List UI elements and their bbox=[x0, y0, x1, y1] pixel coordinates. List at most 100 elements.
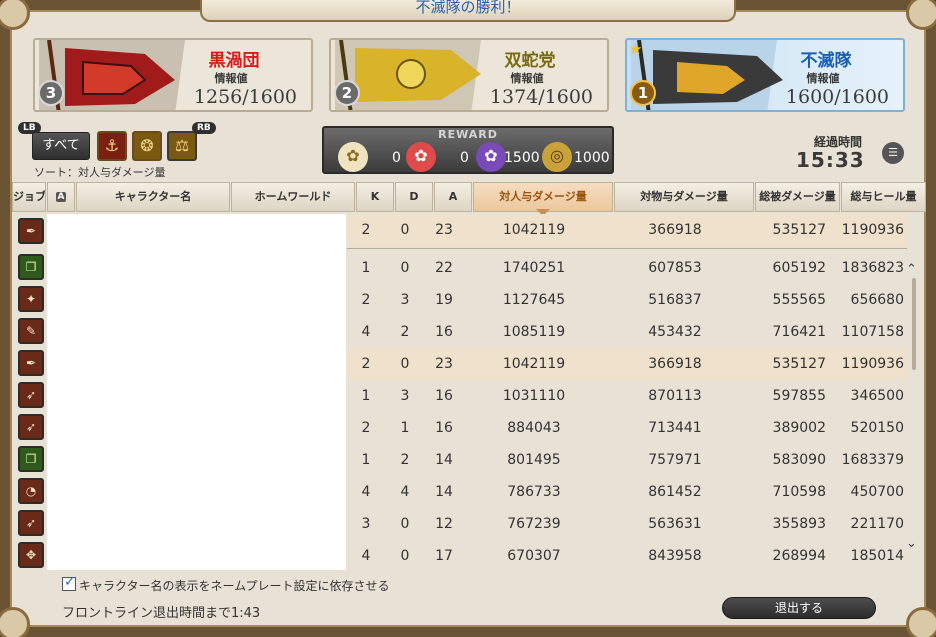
cell-obj: 861452 bbox=[648, 484, 702, 500]
gc-name: 黒渦団 bbox=[208, 51, 260, 71]
cell-obj: 713441 bbox=[648, 420, 702, 436]
nameplate-setting-label: キャラクター名の表示をネームプレート設定に依存させる bbox=[79, 579, 390, 593]
header-kills[interactable]: K bbox=[356, 182, 394, 212]
cell-a: 16 bbox=[435, 420, 453, 436]
victory-title: 不滅隊の勝利！ bbox=[200, 0, 736, 22]
frame-corner-ornament bbox=[906, 0, 936, 30]
cell-heal: 520150 bbox=[850, 420, 904, 436]
filter-all-button[interactable]: すべて bbox=[32, 132, 90, 160]
cell-obj: 453432 bbox=[648, 324, 702, 340]
cell-heal: 1190936 bbox=[841, 356, 904, 372]
cell-taken: 597855 bbox=[772, 388, 826, 404]
cell-a: 19 bbox=[435, 292, 453, 308]
cell-k: 1 bbox=[361, 388, 371, 404]
header-character-name[interactable]: キャラクター名 bbox=[76, 182, 230, 212]
cell-k: 4 bbox=[361, 548, 371, 564]
cell-a: 23 bbox=[435, 356, 453, 372]
elapsed-time: 15:33 bbox=[796, 148, 865, 172]
header-home-world[interactable]: ホームワールド bbox=[231, 182, 355, 212]
cell-k: 2 bbox=[361, 356, 371, 372]
job-icon-bard: ➶ bbox=[18, 510, 44, 536]
job-icon-scholar: ❐ bbox=[18, 446, 44, 472]
table-row-self[interactable]: 2 0 23 1042119 366918 535127 1190936 bbox=[347, 214, 907, 246]
cell-a: 12 bbox=[435, 516, 453, 532]
header-job[interactable]: ジョブ bbox=[12, 182, 46, 212]
winner-star-icon: ★ bbox=[629, 40, 643, 58]
table-row[interactable]: 2 3 19 1127645 516837 555565 656680 bbox=[347, 284, 907, 316]
cell-taken: 710598 bbox=[772, 484, 826, 500]
job-icon-scholar: ❐ bbox=[18, 254, 44, 280]
scroll-down-icon[interactable]: ⌄ bbox=[906, 536, 917, 551]
cell-taken: 716421 bbox=[772, 324, 826, 340]
cell-pvp: 1042119 bbox=[502, 356, 566, 372]
cell-taken: 605192 bbox=[772, 260, 826, 276]
header-object-damage[interactable]: 対物与ダメージ量 bbox=[614, 182, 754, 212]
job-icon-monk: ✥ bbox=[18, 542, 44, 568]
rb-button-hint: RB bbox=[192, 122, 216, 134]
cell-k: 4 bbox=[361, 324, 371, 340]
table-row[interactable]: 4 2 16 1085119 453432 716421 1107158 bbox=[347, 316, 907, 348]
header-assists[interactable]: A bbox=[434, 182, 472, 212]
character-name-panel bbox=[47, 214, 346, 570]
twin-adder-filter-icon[interactable]: ❂ bbox=[132, 131, 162, 161]
gil-icon: ◎ bbox=[542, 142, 572, 172]
header-healing[interactable]: 総与ヒール量 bbox=[841, 182, 926, 212]
table-row[interactable]: 2 1 16 884043 713441 389002 520150 bbox=[347, 412, 907, 444]
cell-pvp: 1740251 bbox=[502, 260, 566, 276]
cell-taken: 389002 bbox=[772, 420, 826, 436]
nameplate-setting-checkbox[interactable] bbox=[62, 574, 76, 591]
immortal-flames-filter-icon[interactable]: ⚖ bbox=[167, 131, 197, 161]
cell-taken: 268994 bbox=[772, 548, 826, 564]
header-role[interactable]: A bbox=[47, 182, 75, 212]
table-row[interactable]: 4 4 14 786733 861452 710598 450700 bbox=[347, 476, 907, 508]
table-row[interactable]: 1 3 16 1031110 870113 597855 346500 bbox=[347, 380, 907, 412]
cell-d: 2 bbox=[400, 452, 410, 468]
table-row[interactable]: 3 0 12 767239 563631 355893 221170 bbox=[347, 508, 907, 540]
cell-pvp: 670307 bbox=[507, 548, 561, 564]
log-icon[interactable]: ☰ bbox=[882, 142, 904, 164]
header-deaths[interactable]: D bbox=[395, 182, 433, 212]
scrollbar[interactable] bbox=[912, 278, 916, 370]
cell-obj: 757971 bbox=[648, 452, 702, 468]
cell-heal: 450700 bbox=[850, 484, 904, 500]
cell-obj: 563631 bbox=[648, 516, 702, 532]
job-icon-dancer: ✒ bbox=[18, 218, 44, 244]
table-row[interactable]: 1 2 14 801495 757971 583090 1683379 bbox=[347, 444, 907, 476]
series-exp-icon: ✿ bbox=[406, 142, 436, 172]
header-pvp-damage[interactable]: 対人与ダメージ量 bbox=[473, 182, 613, 212]
cell-heal: 1836823 bbox=[841, 260, 904, 276]
cell-pvp: 884043 bbox=[507, 420, 561, 436]
reward-title: REWARD bbox=[438, 128, 498, 141]
gc-score: 1374/1600 bbox=[489, 86, 593, 108]
cell-taken: 355893 bbox=[772, 516, 826, 532]
gc-info-label: 情報値 bbox=[510, 72, 544, 85]
cell-pvp: 786733 bbox=[507, 484, 561, 500]
cell-d: 2 bbox=[400, 324, 410, 340]
cell-d: 0 bbox=[400, 548, 410, 564]
maelstrom-filter-icon[interactable]: ⚓ bbox=[97, 131, 127, 161]
cell-k: 4 bbox=[361, 484, 371, 500]
cell-obj: 843958 bbox=[648, 548, 702, 564]
job-icon-bard: ➶ bbox=[18, 414, 44, 440]
header-damage-taken[interactable]: 総被ダメージ量 bbox=[755, 182, 840, 212]
table-row[interactable]: 2 0 23 1042119 366918 535127 1190936 bbox=[347, 348, 907, 380]
gc-name: 双蛇党 bbox=[504, 51, 556, 71]
job-icon-ninja: ✦ bbox=[18, 286, 44, 312]
cell-taken: 535127 bbox=[772, 356, 826, 372]
rank-badge: 2 bbox=[334, 80, 360, 106]
cell-obj: 870113 bbox=[648, 388, 702, 404]
cell-obj: 366918 bbox=[648, 356, 702, 372]
scroll-up-icon[interactable]: ⌃ bbox=[906, 262, 917, 277]
exit-button[interactable]: 退出する bbox=[722, 597, 876, 619]
cell-obj: 516837 bbox=[648, 292, 702, 308]
exit-timer-text: フロントライン退出時間まで1:43 bbox=[62, 606, 261, 621]
cell-pvp: 1127645 bbox=[502, 292, 566, 308]
cell-d: 3 bbox=[400, 292, 410, 308]
gc-card-twin-adder: 2 双蛇党 情報値 1374/1600 bbox=[329, 38, 609, 112]
cell-a: 14 bbox=[435, 484, 453, 500]
cell-d: 0 bbox=[400, 260, 410, 276]
table-row[interactable]: 1 0 22 1740251 607853 605192 1836823 bbox=[347, 252, 907, 284]
table-row[interactable]: 4 0 17 670307 843958 268994 185014 bbox=[347, 540, 907, 572]
cell-heal: 185014 bbox=[850, 548, 904, 564]
job-icon-bard: ➶ bbox=[18, 382, 44, 408]
